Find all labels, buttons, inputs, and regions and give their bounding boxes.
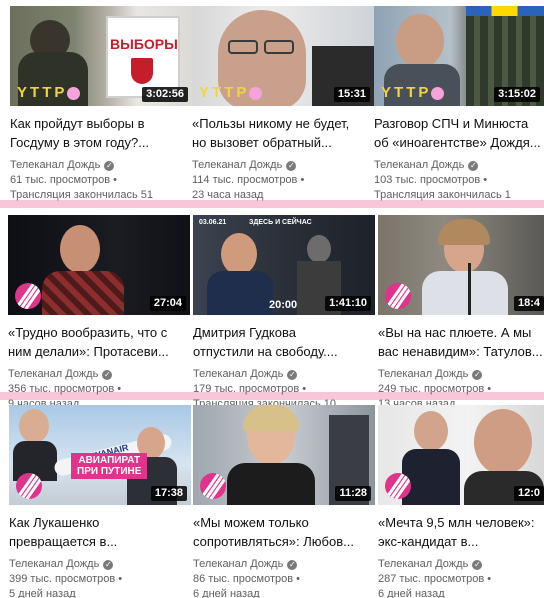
video-thumbnail[interactable]: 27:04 bbox=[8, 215, 190, 315]
thumb-date: 03.06.21 bbox=[199, 219, 227, 226]
verified-check-icon: ✓ bbox=[472, 369, 483, 380]
verified-check-icon: ✓ bbox=[472, 559, 483, 570]
view-count: 399 тыс. просмотров • bbox=[9, 573, 123, 585]
video-title[interactable]: Как Лукашенко превращается в... bbox=[9, 513, 191, 551]
video-thumbnail[interactable]: 12:0 bbox=[378, 405, 544, 505]
utro-logo: YTTP bbox=[17, 85, 81, 101]
verified-check-icon: ✓ bbox=[468, 160, 479, 171]
thumb-banner: АВИАПИРАТ ПРИ ПУТИНЕ bbox=[71, 453, 148, 479]
channel-link[interactable]: Телеканал Дождь ✓ bbox=[9, 557, 191, 572]
verified-check-icon: ✓ bbox=[103, 559, 114, 570]
video-title[interactable]: Дмитрия Гудкова отпустили на свободу.... bbox=[193, 323, 375, 361]
view-count: 103 тыс. просмотров • bbox=[374, 174, 488, 186]
video-duration: 12:0 bbox=[513, 486, 544, 501]
video-duration: 3:15:02 bbox=[494, 87, 540, 102]
thumb-caption: ВЫБОРЫ bbox=[110, 36, 178, 52]
video-duration: 15:31 bbox=[333, 87, 370, 102]
view-count: 86 тыс. просмотров • bbox=[193, 573, 301, 585]
video-duration: 3:02:56 bbox=[142, 87, 188, 102]
video-title[interactable]: «Трудно вообразить, что с ним делали»: П… bbox=[8, 323, 190, 361]
video-thumbnail[interactable]: 18:4 bbox=[378, 215, 544, 315]
view-count: 287 тыс. просмотров • bbox=[378, 573, 492, 585]
video-duration: 18:4 bbox=[513, 296, 544, 311]
video-duration: 27:04 bbox=[149, 296, 186, 311]
channel-link[interactable]: Телеканал Дождь ✓ bbox=[378, 367, 544, 382]
publish-time: Трансляция закончилась 51 bbox=[10, 189, 153, 201]
video-title[interactable]: Как пройдут выборы в Госдуму в этом году… bbox=[10, 114, 192, 152]
channel-link[interactable]: Телеканал Дождь ✓ bbox=[193, 367, 375, 382]
video-thumbnail[interactable]: ВЫБОРЫ YTTP 3:02:56 bbox=[10, 6, 192, 106]
utro-logo: YTTP bbox=[381, 85, 445, 101]
tvrain-logo-icon bbox=[15, 283, 41, 309]
publish-time: 6 дней назад bbox=[378, 588, 445, 598]
video-title[interactable]: «Мечта 9,5 млн человек»: экс-кандидат в.… bbox=[378, 513, 544, 551]
tvrain-logo-icon bbox=[200, 473, 226, 499]
channel-link[interactable]: Телеканал Дождь ✓ bbox=[8, 367, 190, 382]
video-duration: 17:38 bbox=[150, 486, 187, 501]
video-title[interactable]: Разговор СПЧ и Минюста об «иноагентстве»… bbox=[374, 114, 544, 152]
video-duration: 1:41:10 bbox=[325, 296, 371, 311]
verified-check-icon: ✓ bbox=[286, 160, 297, 171]
video-thumbnail[interactable]: RYANAIR АВИАПИРАТ ПРИ ПУТИНЕ 17:38 bbox=[9, 405, 191, 505]
verified-check-icon: ✓ bbox=[287, 559, 298, 570]
video-title[interactable]: «Пользы никому не будет, но вызовет обра… bbox=[192, 114, 374, 152]
verified-check-icon: ✓ bbox=[104, 160, 115, 171]
video-thumbnail[interactable]: 03.06.21 ЗДЕСЬ И СЕЙЧАС 20:00 1:41:10 bbox=[193, 215, 375, 315]
thumb-header: ЗДЕСЬ И СЕЙЧАС bbox=[249, 219, 312, 226]
tvrain-logo-icon bbox=[385, 283, 411, 309]
channel-link[interactable]: Телеканал Дождь ✓ bbox=[193, 557, 375, 572]
verified-check-icon: ✓ bbox=[102, 369, 113, 380]
channel-link[interactable]: Телеканал Дождь ✓ bbox=[10, 158, 192, 173]
thumb-clock: 20:00 bbox=[269, 299, 298, 311]
channel-link[interactable]: Телеканал Дождь ✓ bbox=[378, 557, 544, 572]
view-count: 356 тыс. просмотров • bbox=[8, 383, 122, 395]
view-count: 61 тыс. просмотров • bbox=[10, 174, 118, 186]
view-count: 114 тыс. просмотров • bbox=[192, 174, 305, 186]
utro-logo: YTTP bbox=[199, 85, 263, 101]
tvrain-logo-icon bbox=[16, 473, 42, 499]
publish-time: Трансляция закончилась 1 bbox=[374, 189, 511, 201]
video-thumbnail[interactable]: YTTP 15:31 bbox=[192, 6, 374, 106]
video-duration: 11:28 bbox=[335, 486, 371, 501]
video-title[interactable]: «Вы на нас плюете. А мы вас ненавидим»: … bbox=[378, 323, 544, 361]
publish-time: 23 часа назад bbox=[192, 189, 264, 201]
channel-link[interactable]: Телеканал Дождь ✓ bbox=[374, 158, 544, 173]
verified-check-icon: ✓ bbox=[287, 369, 298, 380]
view-count: 249 тыс. просмотров • bbox=[378, 383, 492, 395]
video-title[interactable]: «Мы можем только сопротивляться»: Любов.… bbox=[193, 513, 375, 551]
view-count: 179 тыс. просмотров • bbox=[193, 383, 307, 395]
publish-time: 5 дней назад bbox=[9, 588, 76, 598]
tvrain-logo-icon bbox=[385, 473, 411, 499]
publish-time: 6 дней назад bbox=[193, 588, 260, 598]
video-thumbnail[interactable]: 11:28 bbox=[193, 405, 375, 505]
video-thumbnail[interactable]: YTTP 3:15:02 bbox=[374, 6, 544, 106]
channel-link[interactable]: Телеканал Дождь ✓ bbox=[192, 158, 374, 173]
